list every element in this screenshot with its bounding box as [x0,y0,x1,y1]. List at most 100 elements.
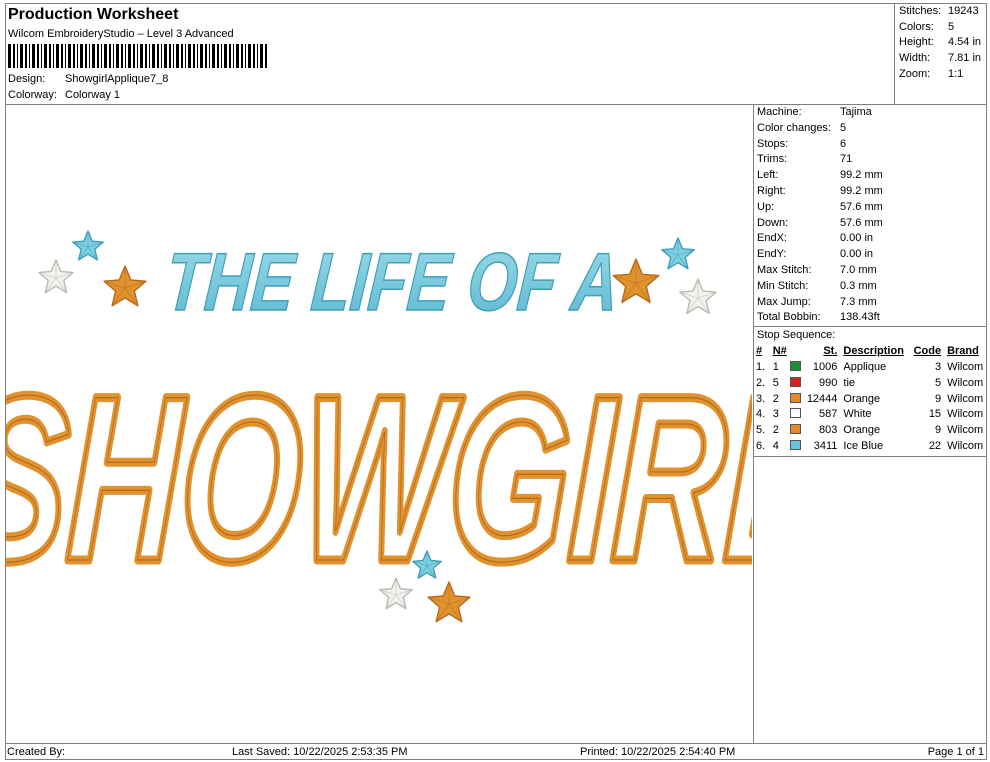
printed-date: Printed: 10/22/2025 2:54:40 PM [580,746,736,758]
color-swatch [789,361,801,372]
spec-row: Down: 57.6 mm [757,216,987,232]
spec-label: Color changes: [757,121,831,134]
spec-label: Down: [757,216,789,229]
colorway-row: Colorway: Colorway 1 [8,89,120,101]
spec-row: Total Bobbin: 138.43ft [757,310,987,326]
created-by: Created By: [7,746,66,758]
barcode-bar [17,44,18,68]
spec-value: 71 [840,153,853,166]
software-name: Wilcom EmbroideryStudio – Level 3 Advanc… [8,28,234,40]
barcode-bar [113,44,114,68]
barcode-bar [92,44,95,68]
barcode-bar [97,44,99,68]
row-stitches: 990 [819,376,838,389]
barcode-bar [101,44,102,68]
barcode-bar [137,44,138,68]
spec-value: 99.2 mm [840,169,883,182]
design-label: Design: [8,73,46,85]
barcode-bar [176,44,179,68]
barcode-bar [185,44,186,68]
barcode-bar [37,44,39,68]
design-row: Design: ShowgirlApplique7_8 [8,73,168,85]
worksheet-title: Production Worksheet [8,6,179,23]
stats-box: Stitches: 19243 Colors: 5 Height: 4.54 in W… [894,3,987,104]
barcode [8,44,267,68]
barcode-bar [217,44,219,68]
row-brand: Wilcom [947,392,984,405]
row-brand: Wilcom [947,408,984,421]
row-stitches: 3411 [813,440,838,453]
barcode-bar [241,44,243,68]
colorway-label: Colorway: [8,89,57,101]
barcode-bar [157,44,159,68]
spec-row: Right: 99.2 mm [757,184,987,200]
spec-value: 0.00 in [840,248,874,261]
table-row: 1. 1 1006 Applique 3 Wilcom [756,359,987,375]
row-index: 1. [756,361,766,374]
barcode-bar [25,44,27,68]
barcode-bar [197,44,198,68]
row-description: Applique [843,361,887,374]
row-code: 9 [934,424,942,437]
row-index: 5. [756,424,766,437]
barcode-bar [68,44,71,68]
stat-zoom: Zoom: 1:1 [899,67,964,80]
barcode-bar [13,44,15,68]
spec-label: Max Jump: [757,295,811,308]
barcode-bar [44,44,47,68]
spec-row: Trims: 71 [757,152,987,168]
row-stitches: 1006 [812,361,838,374]
spec-row: Max Jump: 7.3 mm [757,295,987,311]
row-swatch [789,407,805,423]
barcode-bar [257,44,258,68]
barcode-bar [80,44,83,68]
barcode-bar [236,44,239,68]
barcode-bar [32,44,35,68]
stat-stitches: Stitches: 19243 [899,5,979,17]
spec-row: Min Stitch: 0.3 mm [757,279,987,295]
barcode-bar [248,44,251,68]
stop-sequence-table: # N# St. Description Code Brand 1. 1 1006 A… [756,343,987,454]
spec-row: Up: 57.6 mm [757,200,987,216]
barcode-bar [41,44,42,68]
barcode-bar [224,44,227,68]
row-code: 5 [934,376,942,389]
spec-label: Left: [757,169,779,182]
row-swatch [789,422,805,438]
col-index: # [756,345,763,358]
barcode-bar [164,44,167,68]
spec-row: Max Stitch: 7.0 mm [757,263,987,279]
row-index: 4. [756,408,766,421]
spec-label: EndX: [757,232,787,245]
barcode-bar [49,44,51,68]
design-preview: THE LIFE OF A SHOWGIRL SHOWGIRL [6,105,752,743]
row-code: 3 [934,361,942,374]
barcode-bar [161,44,162,68]
spec-label: Total Bobbin: [757,311,821,324]
spec-value: 0.3 mm [840,279,877,292]
col-swatch [790,343,805,359]
spec-row: Machine: Tajima [757,105,987,121]
stop-sequence-title: Stop Sequence: [754,326,987,343]
barcode-bar [245,44,246,68]
barcode-bar [61,44,63,68]
col-code: Code [913,345,942,358]
row-swatch [789,359,805,375]
barcode-bar [260,44,263,68]
row-stitches: 587 [819,408,838,421]
barcode-bar [229,44,231,68]
row-brand: Wilcom [947,376,984,389]
color-swatch [789,392,801,403]
row-swatch [789,375,805,391]
barcode-bar [125,44,126,68]
row-index: 6. [756,440,766,453]
row-needle: 2 [772,424,779,437]
barcode-bar [193,44,195,68]
color-swatch [789,408,801,419]
spec-label: Trims: [757,153,788,166]
row-needle: 4 [772,440,779,453]
col-stitches: St. [823,345,838,358]
barcode-bar [53,44,54,68]
spec-value: 57.6 mm [840,200,883,213]
barcode-bar [149,44,150,68]
